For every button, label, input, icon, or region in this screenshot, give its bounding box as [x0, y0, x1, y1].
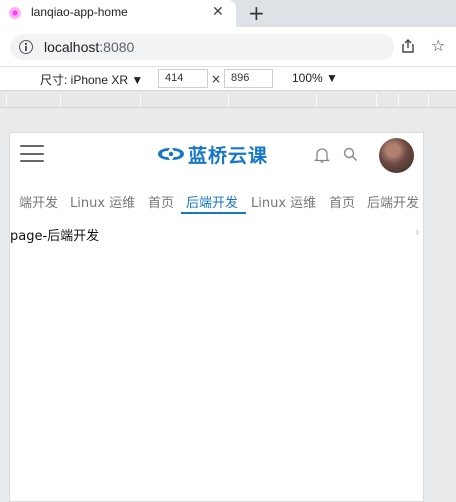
- category-tabs: 端开发 Linux 运维 首页 后端开发 Linux 运维 首页 后端开发: [10, 188, 425, 215]
- url-text[interactable]: localhost:8080: [44, 39, 134, 55]
- page-content-text: page-后端开发: [10, 229, 100, 244]
- device-select[interactable]: 尺寸: iPhone XR ▼: [40, 71, 143, 88]
- zoom-select[interactable]: 100% ▼: [292, 71, 338, 85]
- emulated-viewport: 蓝桥云课 端开发 Linux 运维 首页 后端开发 Linux 运维 首页 后端…: [9, 132, 424, 502]
- close-tab-icon[interactable]: ✕: [212, 4, 224, 20]
- bookmark-star-icon[interactable]: ☆: [431, 36, 445, 55]
- site-logo[interactable]: 蓝桥云课: [156, 141, 268, 167]
- share-icon[interactable]: [401, 39, 415, 53]
- search-icon[interactable]: [343, 147, 358, 162]
- active-tab-underline: [181, 212, 246, 214]
- tab-category-2[interactable]: Linux 运维: [70, 192, 135, 211]
- address-bar: localhost:8080 ☆: [0, 27, 456, 66]
- device-height-input[interactable]: 896: [224, 69, 273, 88]
- bell-icon[interactable]: [314, 146, 330, 164]
- browser-tab-strip: lanqiao-app-home ✕ +: [0, 0, 456, 27]
- media-query-ruler: [0, 90, 456, 108]
- url-host: localhost: [44, 39, 100, 55]
- user-avatar[interactable]: [379, 138, 414, 173]
- browser-tab[interactable]: lanqiao-app-home ✕: [0, 0, 236, 27]
- tab-category-4-active[interactable]: 后端开发: [186, 192, 238, 211]
- scrollbar-thumb[interactable]: [416, 230, 419, 235]
- tab-category-3[interactable]: 首页: [148, 192, 174, 211]
- device-toolbar: 尺寸: iPhone XR ▼ 414 × 896 100% ▼: [0, 66, 456, 90]
- device-width-input[interactable]: 414: [158, 69, 208, 88]
- logo-mark-icon: [158, 148, 184, 160]
- tab-category-7[interactable]: 后端开发: [367, 192, 419, 211]
- dimension-separator: ×: [211, 72, 222, 86]
- hamburger-menu-icon[interactable]: [20, 145, 44, 162]
- site-info-icon[interactable]: [19, 40, 33, 54]
- logo-text: 蓝桥云课: [188, 144, 269, 167]
- tab-title: lanqiao-app-home: [31, 5, 128, 19]
- tab-category-5[interactable]: Linux 运维: [251, 192, 316, 211]
- tab-category-1[interactable]: 端开发: [19, 192, 58, 211]
- new-tab-button[interactable]: +: [248, 1, 265, 25]
- url-port: :8080: [99, 39, 135, 55]
- favicon-icon: [9, 7, 21, 19]
- tab-category-6[interactable]: 首页: [329, 192, 355, 211]
- url-omnibox[interactable]: localhost:8080: [10, 34, 394, 60]
